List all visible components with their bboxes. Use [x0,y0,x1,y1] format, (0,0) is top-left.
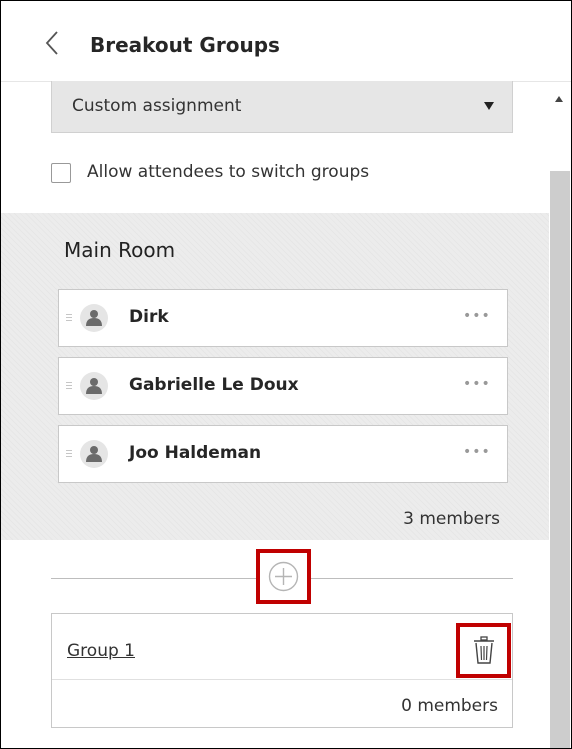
plus-circle-icon [268,561,299,592]
scroll-up-arrow-icon[interactable] [553,89,565,102]
group-card: Group 1 0 members [51,613,513,728]
group-name-link[interactable]: Group 1 [67,641,135,661]
member-name: Gabrielle Le Doux [129,375,299,395]
member-name: Dirk [129,307,169,327]
breakout-groups-panel: Breakout Groups Custom assignment Allow … [0,0,572,749]
back-button[interactable] [45,30,67,60]
member-card[interactable]: Gabrielle Le Doux ••• [58,357,508,415]
delete-group-button[interactable] [456,623,511,678]
member-card[interactable]: Joo Haldeman ••• [58,425,508,483]
ellipsis-icon[interactable]: ••• [463,308,490,324]
drag-handle-icon[interactable] [66,382,72,390]
user-icon [80,440,108,468]
drag-handle-icon[interactable] [66,314,72,322]
group-card-divider [52,679,512,680]
page-title: Breakout Groups [90,33,280,57]
caret-down-icon [484,102,494,110]
trash-icon [474,636,494,664]
user-icon [80,372,108,400]
group-member-count: 0 members [401,696,498,716]
scrollbar-thumb[interactable] [550,171,570,748]
main-room-title: Main Room [64,238,176,262]
panel-header: Breakout Groups [1,1,571,82]
ellipsis-icon[interactable]: ••• [463,376,490,392]
add-group-button[interactable] [256,549,311,604]
user-icon [80,304,108,332]
drag-handle-icon[interactable] [66,450,72,458]
member-card[interactable]: Dirk ••• [58,289,508,347]
switch-groups-label: Allow attendees to switch groups [87,162,370,182]
main-room-member-count: 3 members [403,509,500,529]
assignment-selected-value: Custom assignment [72,96,242,116]
ellipsis-icon[interactable]: ••• [463,444,490,460]
assignment-dropdown[interactable]: Custom assignment [51,81,513,133]
switch-groups-checkbox[interactable] [51,163,71,183]
chevron-left-icon [45,31,58,55]
member-name: Joo Haldeman [129,443,262,463]
